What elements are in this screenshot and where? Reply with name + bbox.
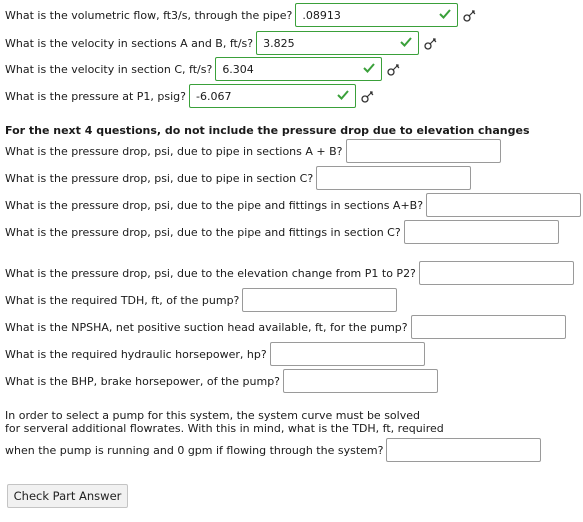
answer-field-wrapper	[292, 3, 459, 27]
question-row: What is the volumetric flow, ft3/s, thro…	[5, 3, 478, 27]
question-row: What is the pressure drop, psi, due to p…	[5, 139, 501, 163]
answer-input[interactable]	[283, 369, 439, 393]
checkmark-icon	[336, 88, 350, 105]
question-row: What is the pressure drop, psi, due to t…	[5, 193, 582, 217]
paragraph-line: for serveral additional flowrates. With …	[5, 422, 444, 435]
checkmark-icon	[399, 35, 413, 52]
answer-input[interactable]	[189, 84, 357, 108]
question-row: What is the BHP, brake horsepower, of th…	[5, 369, 439, 393]
answer-input[interactable]	[242, 288, 398, 312]
paragraph-line: In order to select a pump for this syste…	[5, 409, 420, 422]
question-row: What is the required hydraulic horsepowe…	[5, 342, 425, 366]
question-text: What is the pressure at P1, psig?	[5, 89, 187, 103]
answer-input[interactable]	[410, 315, 566, 339]
answer-input[interactable]	[418, 261, 574, 285]
instruction-paragraph: In order to select a pump for this syste…	[5, 409, 565, 435]
question-row: What is the pressure at P1, psig?	[5, 84, 376, 108]
question-row: What is the pressure drop, psi, due to t…	[5, 220, 559, 244]
question-text: What is the pressure drop, psi, due to t…	[5, 266, 416, 280]
question-text: What is the required TDH, ft, of the pum…	[5, 293, 240, 307]
answer-input[interactable]	[426, 193, 582, 217]
question-row: What is the velocity in sections A and B…	[5, 31, 439, 55]
question-text: What is the pressure drop, psi, due to p…	[5, 144, 343, 158]
answer-input[interactable]	[403, 220, 559, 244]
key-icon[interactable]	[423, 35, 439, 51]
key-icon[interactable]	[386, 61, 402, 77]
question-text: What is the pressure drop, psi, due to t…	[5, 198, 424, 212]
checkmark-icon	[438, 7, 452, 24]
instruction-note: For the next 4 questions, do not include…	[5, 124, 530, 137]
key-icon[interactable]	[462, 7, 478, 23]
question-text: What is the BHP, brake horsepower, of th…	[5, 374, 281, 388]
question-text: What is the required hydraulic horsepowe…	[5, 347, 267, 361]
answer-field-wrapper	[186, 84, 357, 108]
answer-field-wrapper	[212, 57, 383, 81]
answer-input[interactable]	[345, 139, 501, 163]
answer-input[interactable]	[269, 342, 425, 366]
question-row: What is the NPSHA, net positive suction …	[5, 315, 566, 339]
question-text: when the pump is running and 0 gpm if fl…	[5, 443, 384, 457]
question-text: What is the velocity in section C, ft/s?	[5, 62, 213, 76]
check-part-answer-button[interactable]: Check Part Answer	[7, 484, 128, 508]
question-text: What is the pressure drop, psi, due to p…	[5, 171, 314, 185]
answer-input[interactable]	[295, 3, 459, 27]
answer-input[interactable]	[215, 57, 383, 81]
question-row: What is the velocity in section C, ft/s?	[5, 57, 402, 81]
question-text: What is the pressure drop, psi, due to t…	[5, 225, 401, 239]
question-row: when the pump is running and 0 gpm if fl…	[5, 438, 542, 462]
question-row: What is the pressure drop, psi, due to p…	[5, 166, 472, 190]
question-text: What is the NPSHA, net positive suction …	[5, 320, 408, 334]
question-row: What is the pressure drop, psi, due to t…	[5, 261, 574, 285]
question-row: What is the required TDH, ft, of the pum…	[5, 288, 398, 312]
answer-input[interactable]	[386, 438, 542, 462]
answer-field-wrapper	[253, 31, 420, 55]
answer-input[interactable]	[316, 166, 472, 190]
answer-input[interactable]	[256, 31, 420, 55]
question-text: What is the volumetric flow, ft3/s, thro…	[5, 8, 293, 22]
key-icon[interactable]	[360, 88, 376, 104]
question-text: What is the velocity in sections A and B…	[5, 36, 254, 50]
checkmark-icon	[362, 61, 376, 78]
